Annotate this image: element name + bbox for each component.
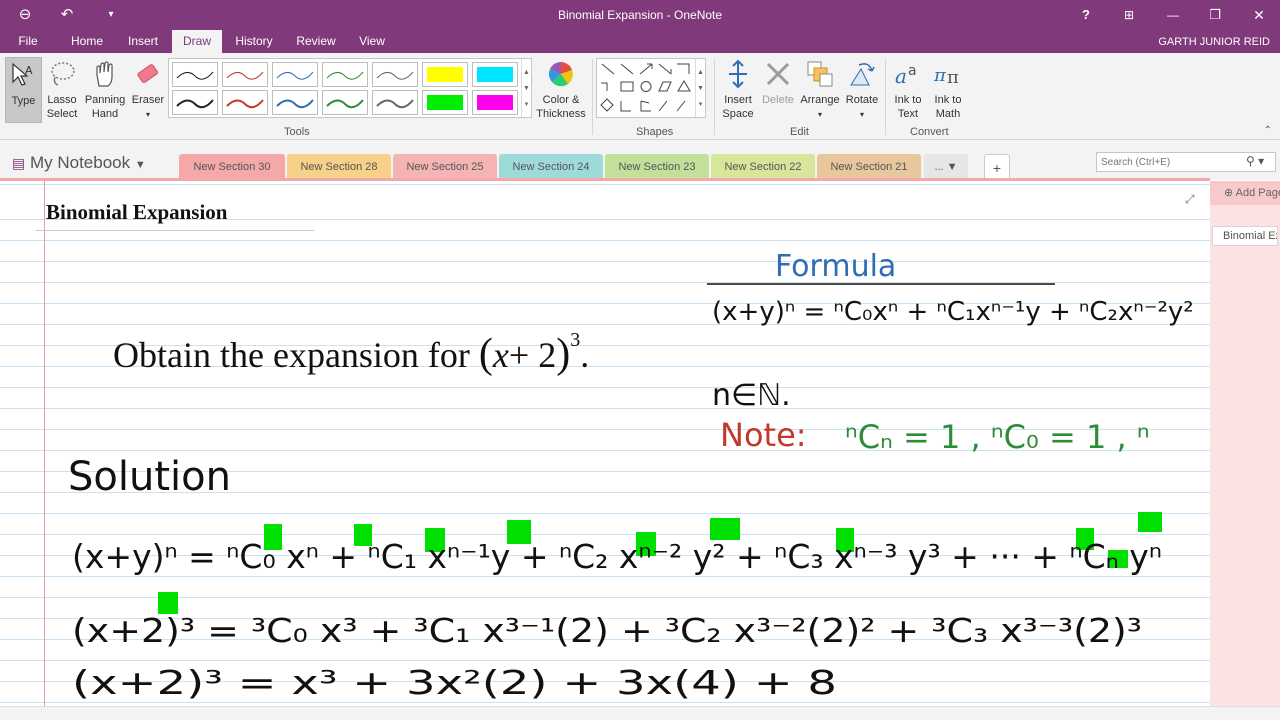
n-in-naturals: n∈ℕ.: [712, 378, 791, 413]
solution-line-2: (x+2)³ = ³C₀ x³ + ³C₁ x³⁻¹(2) + ³C₂ x³⁻²…: [72, 611, 1142, 650]
formula-label: Formula: [775, 249, 896, 284]
solution-line-1: (x+y)ⁿ = ⁿC₀ xⁿ + ⁿC₁ xⁿ⁻¹y + ⁿC₂ xⁿ⁻² y…: [72, 537, 1162, 576]
add-page-button[interactable]: ⊕ Add Page: [1210, 181, 1280, 205]
note-label: Note:: [720, 416, 807, 454]
highlight-mark: [1138, 512, 1162, 532]
solution-line-3: (x+2)³ = x³ + 3x²(2) + 3x(4) + 8: [72, 663, 837, 702]
page-list-item[interactable]: Binomial Expansion: [1212, 226, 1278, 246]
note-text: ⁿCₙ = 1 , ⁿC₀ = 1 , ⁿ: [845, 418, 1150, 456]
add-page-icon: ⊕: [1224, 187, 1234, 199]
handwriting-layer: Formula (x+y)ⁿ = ⁿC₀xⁿ + ⁿC₁xⁿ⁻¹y + ⁿC₂x…: [68, 249, 1224, 702]
add-page-label: Add Page: [1235, 187, 1280, 199]
horizontal-scrollbar[interactable]: [0, 706, 1280, 720]
solution-label: Solution: [68, 454, 231, 500]
page-list-pane: [1210, 181, 1280, 720]
formula-expression: (x+y)ⁿ = ⁿC₀xⁿ + ⁿC₁xⁿ⁻¹y + ⁿC₂xⁿ⁻²y² +: [712, 297, 1224, 327]
